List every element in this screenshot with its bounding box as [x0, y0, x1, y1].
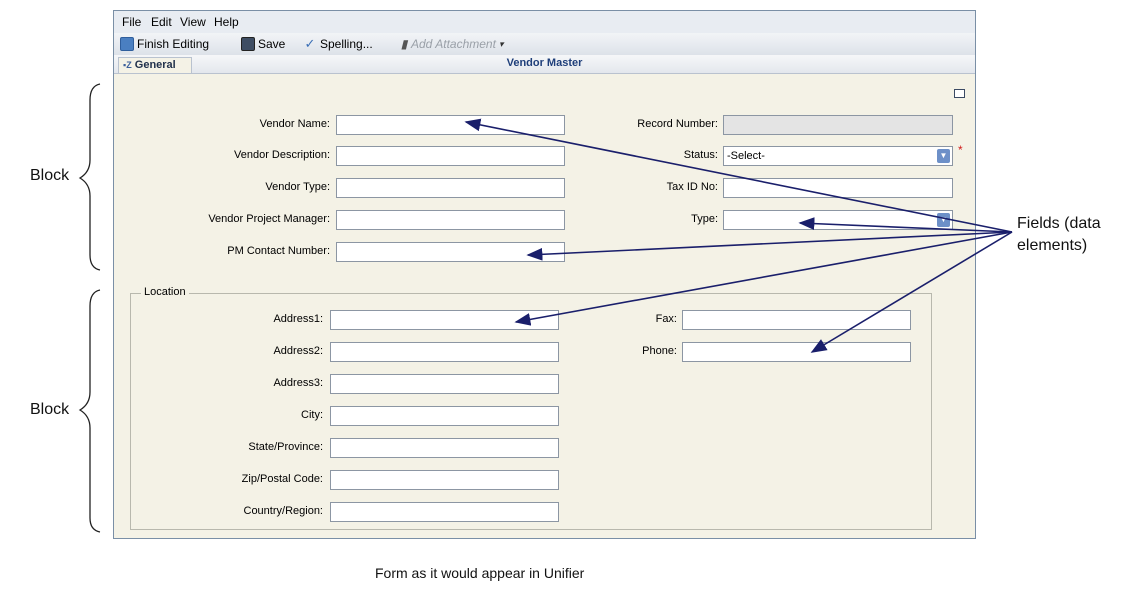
- fields-label-line2: elements): [1017, 237, 1088, 254]
- arrow-to-type: [798, 217, 1013, 233]
- block-label-bottom: Block: [30, 401, 70, 418]
- figure-caption: Form as it would appear in Unifier: [375, 565, 585, 581]
- block-brace-bottom: [78, 289, 101, 533]
- annotation-overlay: [78, 83, 1013, 533]
- arrow-to-pm-contact: [526, 231, 1013, 261]
- block-brace-top: [78, 83, 101, 271]
- block-label-top: Block: [30, 167, 70, 184]
- arrow-to-vendor-name: [464, 118, 1013, 233]
- fields-label-line1: Fields (data: [1017, 215, 1101, 232]
